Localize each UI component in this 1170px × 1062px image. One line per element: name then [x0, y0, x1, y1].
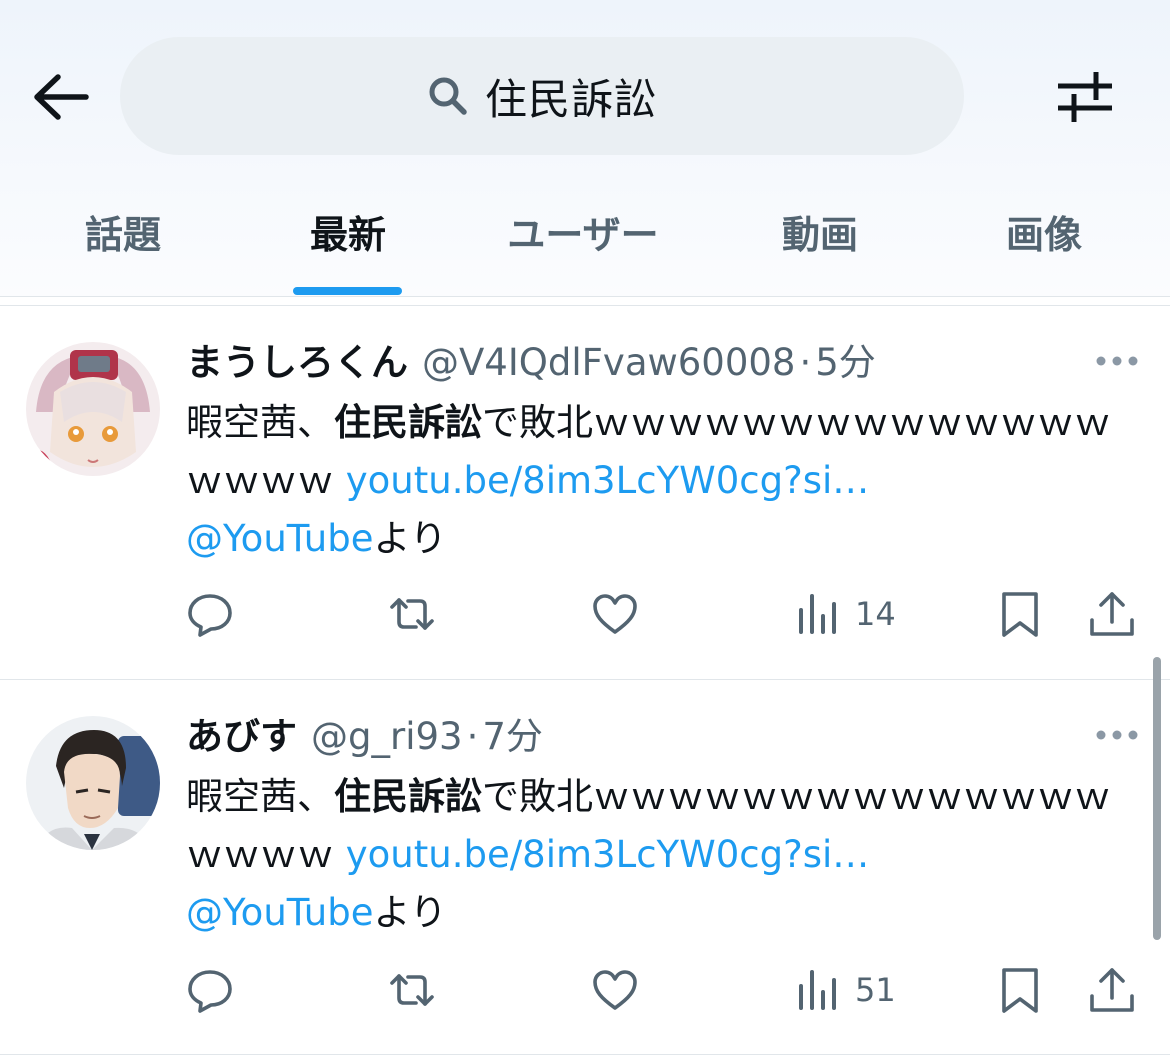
views-button[interactable]: 51 — [795, 960, 896, 1020]
tab-videos[interactable]: 動画 — [760, 204, 880, 264]
tab-images[interactable]: 画像 — [984, 204, 1104, 264]
reply-button[interactable] — [186, 960, 234, 1020]
bookmark-button[interactable] — [996, 960, 1044, 1020]
more-options-button[interactable] — [1094, 351, 1140, 371]
post-timestamp[interactable]: 7分 — [482, 706, 543, 760]
post-card[interactable]: まうしろくん @V4IQdlFvaw60008 · 5分 暇空茜、住民訴訟で敗北… — [0, 306, 1150, 676]
share-button[interactable] — [1088, 584, 1136, 644]
tab-top[interactable]: 話題 — [63, 204, 183, 264]
bar-chart-icon — [799, 970, 836, 1010]
more-dots-icon — [1096, 730, 1138, 740]
anime-man-avatar-icon — [26, 716, 160, 850]
share-icon — [1090, 592, 1134, 636]
heart-icon — [593, 594, 637, 634]
view-count: 14 — [855, 595, 896, 633]
tab-latest[interactable]: 最新 — [288, 204, 408, 264]
heart-icon — [593, 970, 637, 1010]
mention-link[interactable]: @YouTube — [186, 891, 373, 934]
post-header: まうしろくん @V4IQdlFvaw60008 · 5分 — [186, 332, 876, 386]
bookmark-icon — [1002, 968, 1038, 1013]
user-handle[interactable]: @g_ri93 — [311, 715, 463, 758]
mention-suffix: より — [373, 891, 447, 934]
post-text-start: 暇空茜、 — [186, 775, 334, 818]
avatar[interactable] — [26, 716, 160, 850]
separator-dot: · — [799, 341, 812, 384]
mention-link[interactable]: @YouTube — [186, 517, 373, 560]
avatar[interactable] — [26, 342, 160, 476]
search-settings-button[interactable] — [1052, 66, 1118, 126]
back-button[interactable] — [30, 70, 92, 124]
search-icon — [429, 77, 467, 115]
views-button[interactable]: 14 — [795, 584, 896, 644]
arrow-left-icon — [34, 74, 89, 120]
search-header: 住民訴訟 話題 最新 ユーザー 動画 画像 — [0, 0, 1170, 297]
post-timestamp[interactable]: 5分 — [815, 332, 876, 386]
post-text: 暇空茜、住民訴訟で敗北ｗｗｗｗｗｗｗｗｗｗｗｗｗｗｗｗｗｗ youtu.be/8… — [186, 394, 1126, 568]
reply-icon — [188, 970, 232, 1013]
anime-girl-avatar-icon — [26, 342, 160, 476]
bar-chart-icon — [799, 594, 836, 634]
bookmark-icon — [1002, 592, 1038, 637]
post-actions: 14 — [0, 584, 1170, 644]
tab-users[interactable]: ユーザー — [493, 204, 673, 264]
display-name[interactable]: まうしろくん — [186, 332, 408, 386]
post-header: あびす @g_ri93 · 7分 — [186, 706, 543, 760]
mention-suffix: より — [373, 517, 447, 560]
divider — [0, 1054, 1170, 1055]
scrollbar[interactable] — [1153, 657, 1161, 940]
sliders-icon — [1058, 72, 1112, 122]
repost-icon — [390, 598, 434, 630]
more-dots-icon — [1096, 356, 1138, 366]
search-term-highlight: 住民訴訟 — [334, 401, 482, 444]
repost-button[interactable] — [388, 584, 436, 644]
like-button[interactable] — [591, 960, 639, 1020]
like-button[interactable] — [591, 584, 639, 644]
share-button[interactable] — [1088, 960, 1136, 1020]
post-card[interactable]: あびす @g_ri93 · 7分 暇空茜、住民訴訟で敗北ｗｗｗｗｗｗｗｗｗｗｗｗ… — [0, 680, 1150, 1050]
search-input[interactable]: 住民訴訟 — [120, 37, 964, 155]
share-icon — [1090, 968, 1134, 1012]
reply-button[interactable] — [186, 584, 234, 644]
search-term-highlight: 住民訴訟 — [334, 775, 482, 818]
view-count: 51 — [855, 971, 896, 1009]
post-text-start: 暇空茜、 — [186, 401, 334, 444]
bookmark-button[interactable] — [996, 584, 1044, 644]
active-tab-indicator — [293, 287, 402, 295]
search-tabs: 話題 最新 ユーザー 動画 画像 — [0, 196, 1170, 296]
more-options-button[interactable] — [1094, 725, 1140, 745]
search-query: 住民訴訟 — [484, 74, 657, 124]
reply-icon — [188, 594, 232, 637]
youtube-link[interactable]: youtu.be/8im3LcYW0cg?si… — [346, 459, 870, 502]
youtube-link[interactable]: youtu.be/8im3LcYW0cg?si… — [346, 833, 870, 876]
user-handle[interactable]: @V4IQdlFvaw60008 — [422, 341, 795, 384]
post-text: 暇空茜、住民訴訟で敗北ｗｗｗｗｗｗｗｗｗｗｗｗｗｗｗｗｗｗ youtu.be/8… — [186, 768, 1126, 942]
repost-icon — [390, 974, 434, 1006]
display-name[interactable]: あびす — [186, 706, 297, 760]
post-actions: 51 — [0, 960, 1170, 1020]
repost-button[interactable] — [388, 960, 436, 1020]
separator-dot: · — [466, 715, 479, 758]
